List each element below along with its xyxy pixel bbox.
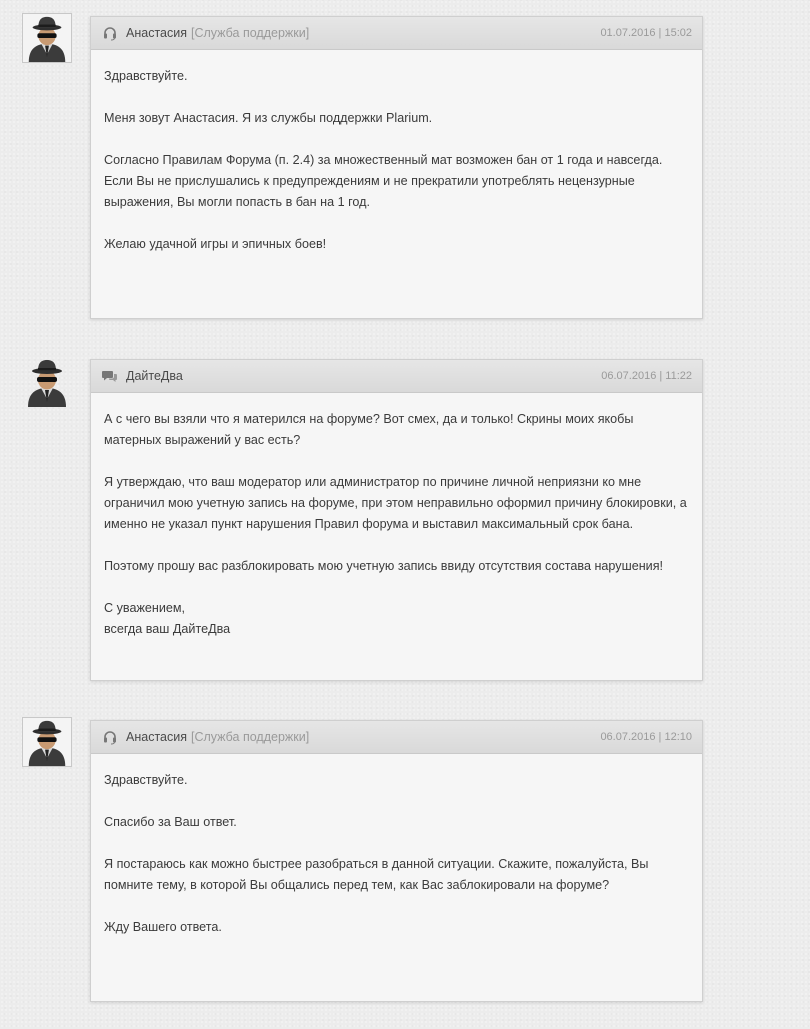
author-role: [Служба поддержки] bbox=[190, 730, 310, 744]
message-paragraph: Здравствуйте. bbox=[104, 69, 188, 83]
message-paragraph: Поэтому прошу вас разблокировать мою уче… bbox=[104, 559, 664, 573]
author-name[interactable]: ДайтеДва bbox=[126, 369, 183, 383]
message-card: Анастасия [Служба поддержки] 01.07.2016 … bbox=[90, 16, 703, 319]
message-paragraph: А с чего вы взяли что я матерился на фор… bbox=[104, 412, 634, 447]
message-body: Здравствуйте. Спасибо за Ваш ответ. Я по… bbox=[91, 754, 702, 950]
message-card: ДайтеДва 06.07.2016 | 11:22 А с чего вы … bbox=[90, 359, 703, 681]
message-timestamp: 06.07.2016 | 11:22 bbox=[601, 370, 692, 382]
message-header: ДайтеДва 06.07.2016 | 11:22 bbox=[91, 360, 702, 393]
message-timestamp: 06.07.2016 | 12:10 bbox=[600, 731, 692, 743]
spy-avatar-icon bbox=[28, 360, 66, 407]
message-paragraph: Меня зовут Анастасия. Я из службы поддер… bbox=[104, 111, 433, 125]
avatar bbox=[22, 717, 72, 767]
message-paragraph: Я постараюсь как можно быстрее разобрать… bbox=[104, 857, 649, 892]
headset-icon bbox=[102, 25, 118, 41]
message-body: А с чего вы взяли что я матерился на фор… bbox=[91, 393, 702, 652]
author-name[interactable]: Анастасия bbox=[126, 730, 187, 744]
message-header: Анастасия [Служба поддержки] 01.07.2016 … bbox=[91, 17, 702, 50]
author-name[interactable]: Анастасия bbox=[126, 26, 187, 40]
message-paragraph: Жду Вашего ответа. bbox=[104, 920, 222, 934]
author-role: [Служба поддержки] bbox=[190, 26, 310, 40]
message-paragraph: С уважением, всегда ваш ДайтеДва bbox=[104, 601, 231, 636]
message-timestamp: 01.07.2016 | 15:02 bbox=[600, 27, 692, 39]
headset-icon bbox=[102, 729, 118, 745]
message-body: Здравствуйте. Меня зовут Анастасия. Я из… bbox=[91, 50, 702, 267]
message-paragraph: Желаю удачной игры и эпичных боев! bbox=[104, 237, 327, 251]
spy-avatar-icon bbox=[23, 718, 71, 766]
spy-avatar-icon bbox=[23, 14, 71, 62]
message-paragraph: Я утверждаю, что ваш модератор или админ… bbox=[104, 475, 687, 531]
avatar bbox=[22, 13, 72, 63]
message-header: Анастасия [Служба поддержки] 06.07.2016 … bbox=[91, 721, 702, 754]
message-paragraph: Спасибо за Ваш ответ. bbox=[104, 815, 237, 829]
message-paragraph: Здравствуйте. bbox=[104, 773, 188, 787]
message-paragraph: Согласно Правилам Форума (п. 2.4) за мно… bbox=[104, 153, 663, 209]
chat-bubbles-icon bbox=[102, 368, 118, 384]
message-card: Анастасия [Служба поддержки] 06.07.2016 … bbox=[90, 720, 703, 1002]
avatar bbox=[22, 357, 72, 407]
